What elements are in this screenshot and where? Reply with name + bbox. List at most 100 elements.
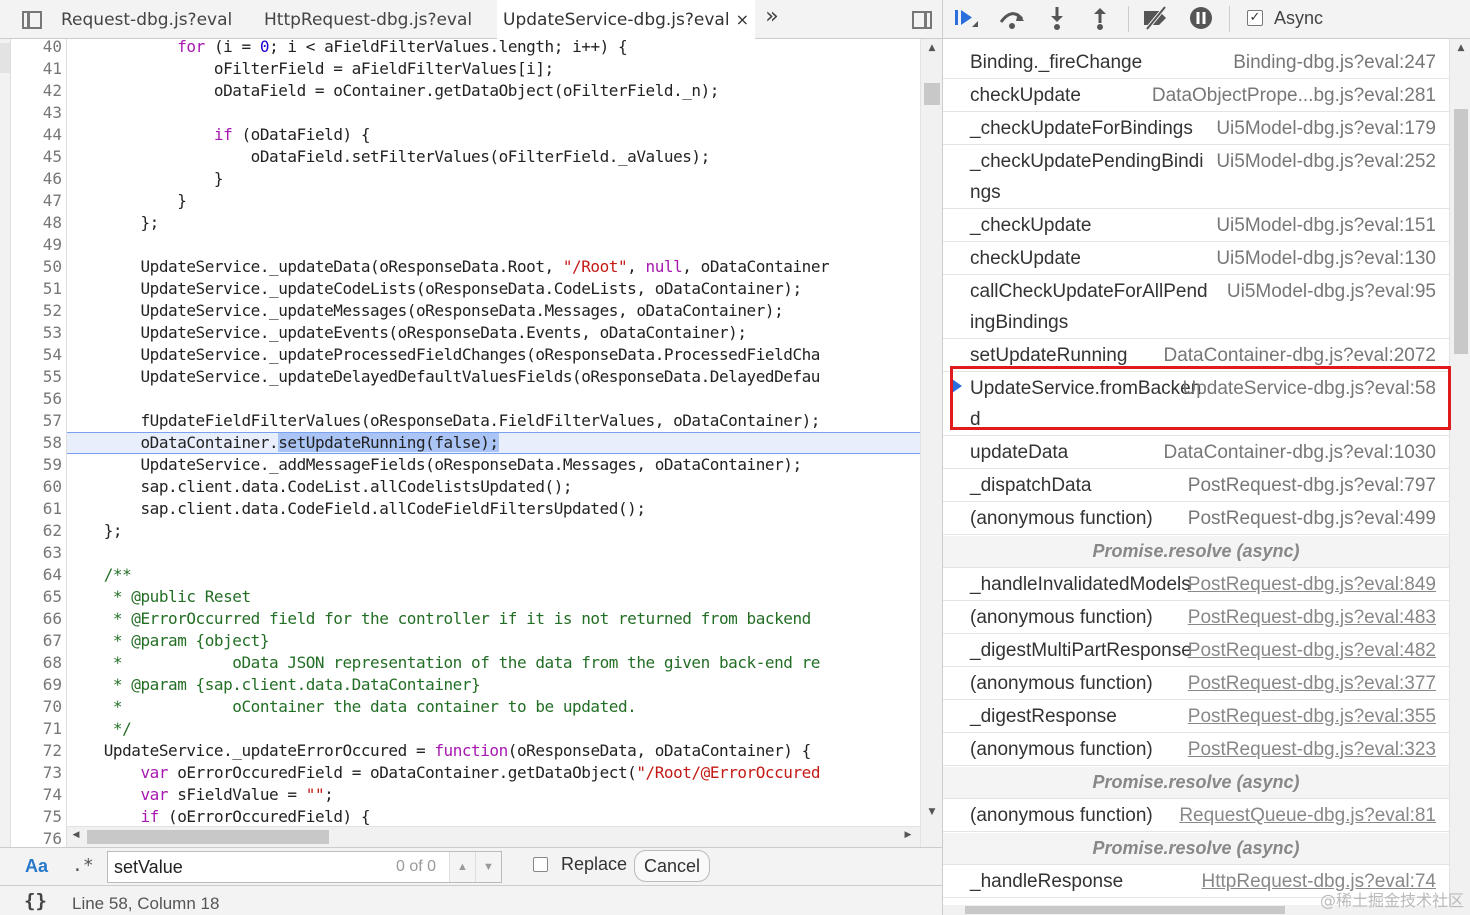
step-out-icon[interactable] [1085, 5, 1115, 33]
line-number[interactable]: 61 [11, 498, 62, 520]
line-number[interactable]: 46 [11, 168, 62, 190]
line-number[interactable]: 47 [11, 190, 62, 212]
code-line[interactable]: sap.client.data.CodeField.allCodeFieldFi… [67, 498, 920, 520]
frame-location-link[interactable]: PostRequest-dbg.js?eval:355 [1188, 701, 1436, 732]
deactivate-breakpoints-icon[interactable] [1141, 5, 1171, 33]
code-line[interactable]: */ [67, 718, 920, 740]
scroll-thumb[interactable] [87, 830, 329, 844]
vertical-scrollbar[interactable]: ▲ ▼ [920, 39, 942, 847]
frame-location-link[interactable]: Ui5Model-dbg.js?eval:130 [1216, 243, 1436, 274]
code-line[interactable]: UpdateService._updateProcessedFieldChang… [67, 344, 920, 366]
code-line[interactable]: sap.client.data.CodeList.allCodelistsUpd… [67, 476, 920, 498]
code-line[interactable]: }; [67, 520, 920, 542]
code-line[interactable]: }; [67, 212, 920, 234]
next-match-icon[interactable]: ▼ [475, 852, 501, 882]
code-line[interactable]: * @public Reset [67, 586, 920, 608]
frame-location-link[interactable]: Ui5Model-dbg.js?eval:179 [1216, 113, 1436, 144]
frame-location-link[interactable]: PostRequest-dbg.js?eval:482 [1188, 635, 1436, 666]
frame-location-link[interactable]: PostRequest-dbg.js?eval:323 [1188, 734, 1436, 765]
line-number[interactable]: 43 [11, 102, 62, 124]
code-line[interactable]: UpdateService._updateData(oResponseData.… [67, 256, 920, 278]
async-checkbox[interactable]: ✓ [1247, 10, 1263, 26]
resume-icon[interactable] [951, 5, 981, 33]
frame-location-link[interactable]: PostRequest-dbg.js?eval:377 [1188, 668, 1436, 699]
code-line[interactable]: UpdateService._updateMessages(oResponseD… [67, 300, 920, 322]
step-over-icon[interactable] [997, 5, 1027, 33]
selected-text[interactable]: setUpdateRunning(false); [278, 433, 499, 452]
frame-location-link[interactable]: Binding-dbg.js?eval:247 [1233, 47, 1436, 78]
code-line[interactable] [67, 388, 920, 410]
frame-location-link[interactable]: DataObjectPrope...bg.js?eval:281 [1152, 80, 1436, 111]
call-frame[interactable]: _checkUpdate Ui5Model-dbg.js?eval:151 [943, 210, 1449, 242]
line-number[interactable]: 60 [11, 476, 62, 498]
code-line[interactable]: UpdateService._updateDelayedDefaultValue… [67, 366, 920, 388]
code-line[interactable]: } [67, 168, 920, 190]
code-area[interactable]: for (i = 0; i < aFieldFilterValues.lengt… [67, 39, 920, 847]
code-editor[interactable]: 40 41 42 43 44 45 46 47 48 49 50 51 52 53 54 55 56 57 58 59… [0, 39, 942, 847]
line-number[interactable]: 56 [11, 388, 62, 410]
line-number[interactable]: 72 [11, 740, 62, 762]
line-number[interactable]: 71 [11, 718, 62, 740]
scroll-thumb[interactable] [1454, 109, 1468, 354]
async-label[interactable]: Async [1274, 8, 1323, 29]
code-line[interactable]: if (oDataField) { [67, 124, 920, 146]
step-into-icon[interactable] [1042, 5, 1072, 33]
call-frame[interactable]: checkUpdate Ui5Model-dbg.js?eval:130 [943, 243, 1449, 275]
line-number[interactable]: 42 [11, 80, 62, 102]
code-line[interactable]: oDataContainer.setUpdateRunning(false); [67, 432, 920, 454]
code-line[interactable]: UpdateService._updateCodeLists(oResponse… [67, 278, 920, 300]
call-frame[interactable]: _dispatchData PostRequest-dbg.js?eval:797 [943, 470, 1449, 502]
line-number[interactable]: 51 [11, 278, 62, 300]
line-number[interactable]: 68 [11, 652, 62, 674]
tab-request[interactable]: Request-dbg.js?eval [55, 0, 238, 39]
line-number[interactable]: 65 [11, 586, 62, 608]
line-number[interactable]: 50 [11, 256, 62, 278]
code-line[interactable]: UpdateService._updateEvents(oResponseDat… [67, 322, 920, 344]
code-line[interactable]: * @param {sap.client.data.DataContainer} [67, 674, 920, 696]
code-line[interactable]: } [67, 190, 920, 212]
line-number[interactable]: 52 [11, 300, 62, 322]
pause-on-exceptions-icon[interactable] [1186, 5, 1216, 33]
close-tab-icon[interactable]: × [736, 10, 749, 29]
code-line[interactable]: oDataField.setFilterValues(oFilterField.… [67, 146, 920, 168]
line-number[interactable]: 58 [11, 432, 62, 454]
line-number[interactable]: 73 [11, 762, 62, 784]
code-line[interactable]: UpdateService._updateErrorOccured = func… [67, 740, 920, 762]
code-line[interactable] [67, 102, 920, 124]
call-frame[interactable]: (anonymous function) PostRequest-dbg.js?e… [943, 503, 1449, 535]
line-number[interactable]: 40 [11, 39, 62, 58]
call-frame[interactable]: checkUpdate DataObjectPrope...bg.js?eval:… [943, 80, 1449, 112]
code-line[interactable]: var oErrorOccuredField = oDataContainer.… [67, 762, 920, 784]
horizontal-scrollbar[interactable]: ◀ ▶ [67, 826, 920, 847]
call-frame[interactable]: _checkUpdatePendingBindings Ui5Model-dbg.… [943, 146, 1449, 209]
code-line[interactable]: if (oErrorOccuredField) { [67, 806, 920, 828]
frame-location-link[interactable]: Ui5Model-dbg.js?eval:252 [1216, 146, 1436, 177]
frame-location-link[interactable]: Ui5Model-dbg.js?eval:151 [1216, 210, 1436, 241]
tab-httprequest[interactable]: HttpRequest-dbg.js?eval [258, 0, 478, 39]
scroll-left-icon[interactable]: ◀ [67, 830, 85, 840]
scroll-up-icon[interactable]: ▲ [1450, 43, 1470, 53]
scroll-up-icon[interactable]: ▲ [921, 43, 942, 53]
sidebar-right-icon[interactable] [910, 8, 934, 30]
call-frame[interactable]: (anonymous function) RequestQueue-dbg.js?… [943, 800, 1449, 832]
line-number[interactable]: 45 [11, 146, 62, 168]
replace-checkbox[interactable] [533, 857, 548, 872]
frame-location-link[interactable]: Ui5Model-dbg.js?eval:95 [1227, 276, 1436, 307]
tab-updateservice[interactable]: UpdateService-dbg.js?eval × [497, 0, 755, 40]
replace-label[interactable]: Replace [561, 854, 627, 875]
code-line[interactable]: var sFieldValue = ""; [67, 784, 920, 806]
cancel-button[interactable]: Cancel [634, 850, 710, 882]
line-number[interactable]: 75 [11, 806, 62, 828]
code-line[interactable] [67, 234, 920, 256]
line-number[interactable]: 63 [11, 542, 62, 564]
line-number[interactable]: 69 [11, 674, 62, 696]
line-number[interactable]: 74 [11, 784, 62, 806]
line-number[interactable]: 49 [11, 234, 62, 256]
frame-location-link[interactable]: DataContainer-dbg.js?eval:1030 [1163, 437, 1436, 468]
code-line[interactable]: for (i = 0; i < aFieldFilterValues.lengt… [67, 39, 920, 58]
code-line[interactable]: /** [67, 564, 920, 586]
call-frame[interactable]: callCheckUpdateForAllPendingBindings Ui5M… [943, 276, 1449, 339]
code-line[interactable]: UpdateService._addMessageFields(oRespons… [67, 454, 920, 476]
line-number[interactable]: 55 [11, 366, 62, 388]
frame-location-link[interactable]: PostRequest-dbg.js?eval:483 [1188, 602, 1436, 633]
